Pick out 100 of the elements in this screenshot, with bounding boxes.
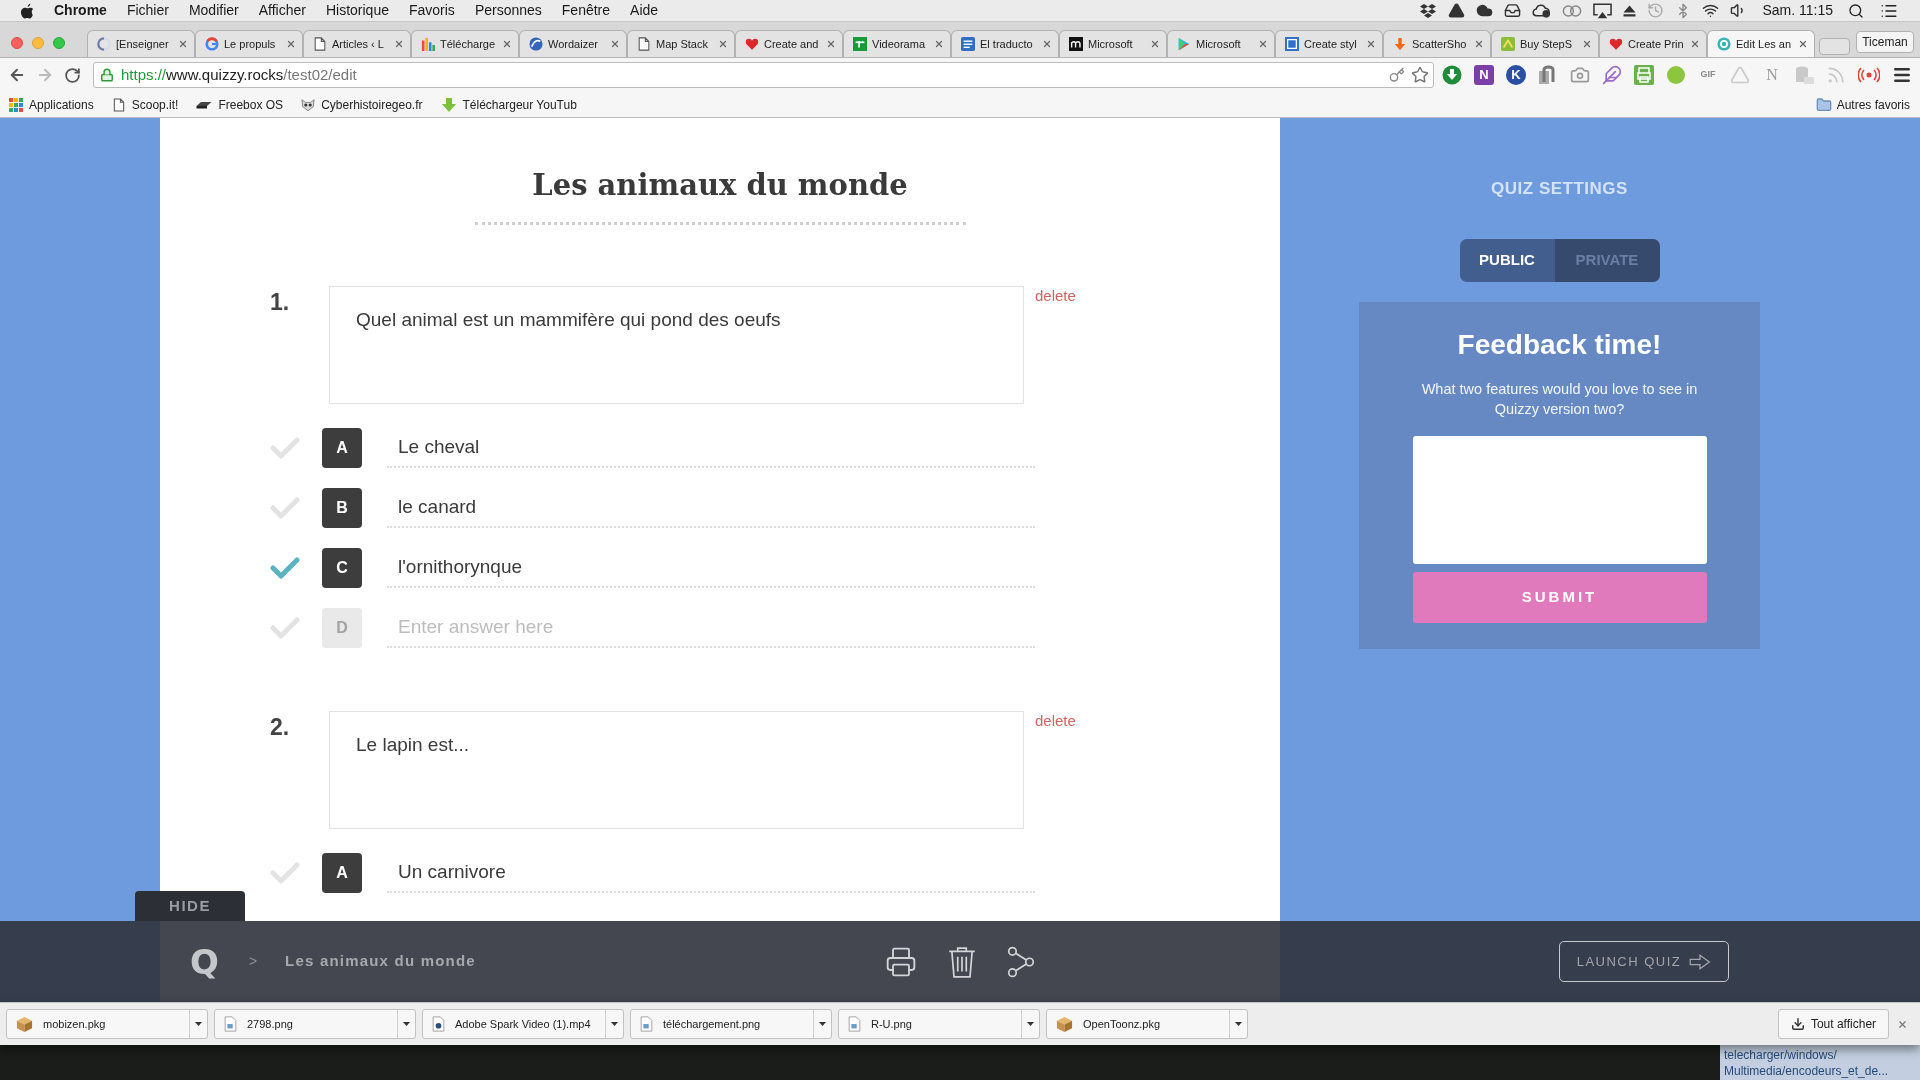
- check-icon[interactable]: [270, 556, 300, 580]
- wifi-icon[interactable]: [1702, 2, 1720, 19]
- close-icon[interactable]: [1798, 39, 1808, 49]
- browser-tab[interactable]: Map Stack: [627, 30, 735, 57]
- close-icon[interactable]: [1582, 39, 1592, 49]
- logo[interactable]: Q: [190, 941, 219, 982]
- question-field[interactable]: Le lapin est...: [329, 711, 1024, 829]
- close-icon[interactable]: [1897, 1018, 1908, 1030]
- answer-field[interactable]: Un carnivore: [387, 853, 1035, 893]
- bookmark-item[interactable]: Téléchargeur YouTub: [440, 95, 577, 114]
- reload-icon[interactable]: [64, 66, 81, 84]
- bookmark-item[interactable]: Scoop.it!: [111, 95, 179, 114]
- cloud-icon[interactable]: [1476, 2, 1494, 19]
- close-icon[interactable]: [1474, 39, 1484, 49]
- package-icon: [1056, 1015, 1073, 1033]
- close-icon[interactable]: [286, 39, 296, 49]
- menu-item[interactable]: Fenêtre: [561, 0, 611, 21]
- browser-tab[interactable]: Create styl: [1275, 30, 1383, 57]
- browser-tab[interactable]: Microsoft: [1167, 30, 1275, 57]
- close-icon[interactable]: [1258, 39, 1268, 49]
- menu-item[interactable]: Historique: [325, 0, 389, 21]
- airplay-icon[interactable]: [1593, 2, 1613, 19]
- trash-icon[interactable]: [947, 945, 976, 978]
- menu-icon[interactable]: [1892, 65, 1912, 85]
- answer-field[interactable]: Le cheval: [387, 428, 1035, 468]
- printer-icon[interactable]: [884, 945, 917, 978]
- launch-quiz-button[interactable]: LAUNCH QUIZ: [1559, 941, 1729, 982]
- browser-tab[interactable]: ScatterSho: [1383, 30, 1491, 57]
- camera-icon[interactable]: [1570, 65, 1590, 85]
- download-file-button[interactable]: 2798.png: [215, 1010, 397, 1038]
- extension-button[interactable]: N: [1474, 65, 1494, 85]
- menu-item[interactable]: Modifier: [188, 0, 239, 21]
- download-file-button[interactable]: OpenToonz.pkg: [1047, 1010, 1229, 1038]
- browser-tab[interactable]: Create Prin: [1599, 30, 1707, 57]
- download-file-button[interactable]: Adobe Spark Video (1).mp4: [423, 1010, 605, 1038]
- box-icon[interactable]: [1419, 2, 1438, 19]
- back-icon[interactable]: [8, 66, 26, 84]
- search-icon[interactable]: [1848, 2, 1864, 19]
- question-field[interactable]: Quel animal est un mammifère qui pond des oeufs: [329, 286, 1024, 404]
- browser-tab[interactable]: Videorama: [843, 30, 951, 57]
- close-icon[interactable]: [610, 39, 620, 49]
- visibility-option[interactable]: PUBLIC: [1459, 239, 1555, 282]
- close-icon[interactable]: [394, 39, 404, 49]
- browser-tab[interactable]: Wordaizer: [519, 30, 627, 57]
- tray-icon[interactable]: [1504, 2, 1522, 19]
- download-file-button[interactable]: téléchargement.png: [631, 1010, 813, 1038]
- close-icon[interactable]: [934, 39, 944, 49]
- dot-icon[interactable]: [1666, 65, 1686, 85]
- app-menu[interactable]: Chrome: [54, 0, 107, 21]
- browser-tab[interactable]: Microsoft: [1059, 30, 1167, 57]
- extension-button[interactable]: K: [1506, 65, 1526, 85]
- feather-icon[interactable]: [1602, 65, 1622, 85]
- close-icon[interactable]: [1690, 39, 1700, 49]
- profile-button[interactable]: Ticeman: [1856, 30, 1914, 53]
- bookmark-item[interactable]: Applications: [9, 95, 94, 114]
- browser-tab[interactable]: El traducto: [951, 30, 1059, 57]
- menu-item[interactable]: Favoris: [408, 0, 455, 21]
- menu-item[interactable]: Afficher: [258, 0, 306, 21]
- browser-tab[interactable]: [Enseigner: [87, 30, 195, 57]
- answer-field[interactable]: l'ornithorynque: [387, 548, 1035, 588]
- download-file-button[interactable]: mobizen.pkg: [7, 1010, 189, 1038]
- hide-tab[interactable]: HIDE: [135, 891, 245, 921]
- download-file-button[interactable]: R-U.png: [839, 1010, 1021, 1038]
- menu-clock[interactable]: Sam. 11:15: [1762, 0, 1833, 21]
- browser-tab[interactable]: Télécharge: [411, 30, 519, 57]
- broadcast-icon[interactable]: [1858, 67, 1880, 83]
- close-icon[interactable]: [1366, 39, 1376, 49]
- cloud-icon[interactable]: [1532, 2, 1552, 19]
- arch-icon[interactable]: [1538, 65, 1558, 85]
- star-icon[interactable]: [1411, 66, 1429, 84]
- bookmark-item[interactable]: Freebox OS: [196, 95, 284, 114]
- browser-tab[interactable]: Edit Les an: [1707, 30, 1815, 57]
- answer-field[interactable]: le canard: [387, 488, 1035, 528]
- eject-icon[interactable]: [1623, 4, 1637, 17]
- delete-link[interactable]: delete: [1035, 711, 1076, 731]
- download-circle-icon[interactable]: [1442, 65, 1462, 85]
- close-icon[interactable]: [178, 39, 188, 49]
- rings-icon[interactable]: [1562, 3, 1583, 18]
- browser-tab[interactable]: Articles ‹ L: [303, 30, 411, 57]
- browser-tab[interactable]: Le propuls: [195, 30, 303, 57]
- other-bookmarks[interactable]: Autres favoris: [1815, 95, 1910, 114]
- show-all-button[interactable]: Tout afficher: [1778, 1009, 1889, 1039]
- menu-item[interactable]: Personnes: [474, 0, 542, 21]
- bookmark-item[interactable]: Cyberhistoiregeo.fr: [301, 95, 423, 114]
- triangle-icon[interactable]: [1448, 2, 1466, 19]
- apple-icon[interactable]: [20, 2, 34, 19]
- menu-item[interactable]: Aide: [630, 0, 659, 21]
- delete-link[interactable]: delete: [1035, 286, 1076, 306]
- menu-item[interactable]: Fichier: [126, 0, 169, 21]
- share-icon[interactable]: [1006, 945, 1035, 978]
- window-close-button[interactable]: [11, 36, 23, 49]
- close-icon[interactable]: [1042, 39, 1052, 49]
- close-icon[interactable]: [1150, 39, 1160, 49]
- close-icon[interactable]: [826, 39, 836, 49]
- key-icon[interactable]: [1389, 67, 1405, 83]
- address-bar[interactable]: https://www.quizzy.rocks/test02/edit: [93, 62, 1434, 88]
- browser-tab[interactable]: Buy StepS: [1491, 30, 1599, 57]
- browser-tab[interactable]: Create and: [735, 30, 843, 57]
- close-icon[interactable]: [502, 39, 512, 49]
- close-icon[interactable]: [718, 39, 728, 49]
